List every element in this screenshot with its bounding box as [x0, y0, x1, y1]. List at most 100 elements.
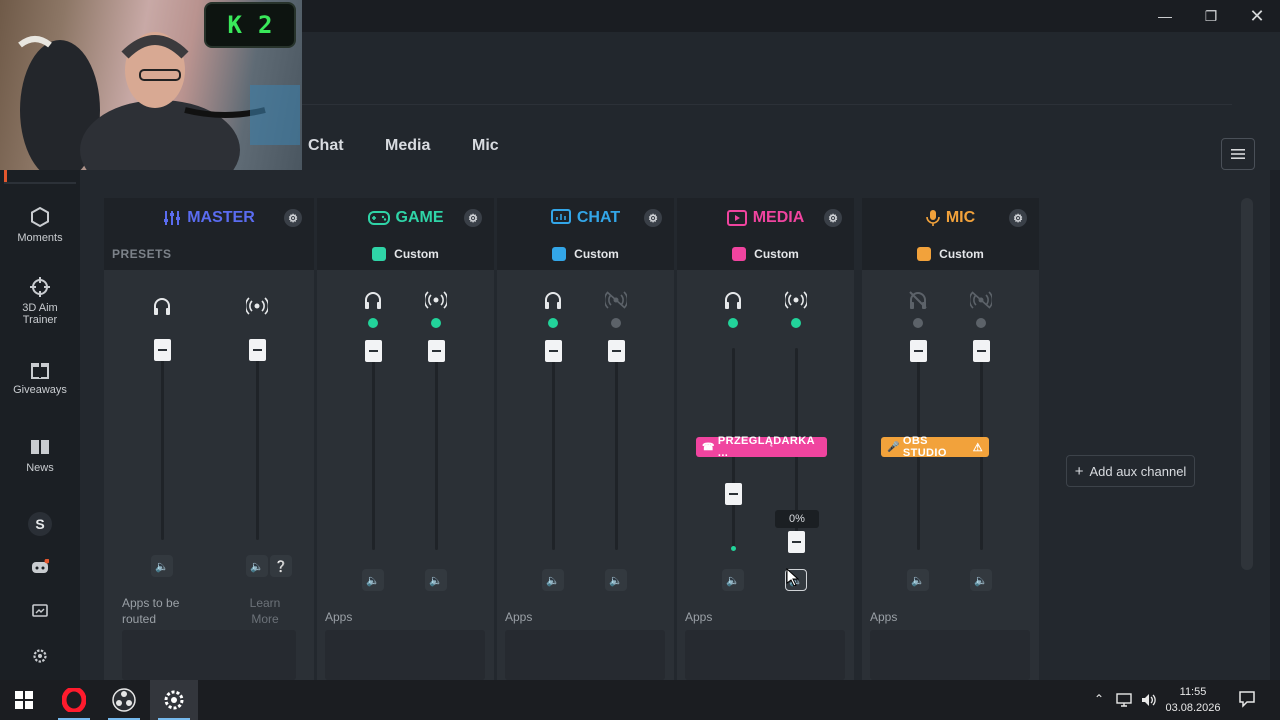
preset-selector[interactable]: Custom — [677, 238, 854, 270]
chat-monitor-fader[interactable]: 🔈 — [533, 290, 573, 591]
listen-button[interactable]: ❔ — [270, 555, 292, 577]
apps-drop-zone[interactable] — [505, 630, 665, 680]
apps-drop-zone[interactable] — [122, 630, 296, 680]
preset-icon — [917, 247, 932, 261]
taskbar-obs[interactable] — [100, 680, 148, 720]
gear-icon[interactable]: ⚙ — [824, 209, 842, 227]
channel-name: GAME — [395, 209, 444, 226]
clock-date: 03.08.2026 — [1165, 702, 1221, 714]
preset-selector[interactable]: Custom — [862, 238, 1039, 270]
chat-stream-fader[interactable]: 🔈 — [596, 290, 636, 591]
notifications-icon[interactable] — [1238, 690, 1256, 708]
speaker-icon: 🔈 — [155, 560, 169, 573]
fader-track — [552, 340, 555, 550]
feedback-icon[interactable] — [31, 603, 49, 619]
network-icon[interactable] — [1116, 692, 1134, 708]
fader-knob[interactable] — [365, 340, 382, 362]
mute-button[interactable]: 🔈 — [970, 569, 992, 591]
minimize-icon[interactable]: — — [1142, 0, 1188, 32]
fader-knob[interactable] — [154, 339, 171, 361]
learn-more-link[interactable]: Learn More — [240, 595, 290, 627]
preset-selector[interactable]: Custom — [317, 238, 494, 270]
mute-button[interactable]: 🔈 — [425, 569, 447, 591]
menu-button[interactable] — [1221, 138, 1255, 170]
fader-knob[interactable] — [788, 531, 805, 553]
tray-chevron-icon[interactable]: ⌃ — [1094, 692, 1104, 706]
windows-logo-icon — [15, 691, 33, 709]
taskbar-steelseries[interactable] — [150, 680, 198, 720]
status-dot — [431, 318, 441, 328]
add-aux-channel-button[interactable]: + Add aux channel — [1066, 455, 1195, 487]
sliders-icon — [164, 211, 181, 225]
channel-header: MIC ⚙ — [862, 198, 1039, 238]
taskbar-clock[interactable]: 11:55 03.08.2026 — [1160, 684, 1226, 716]
restore-icon[interactable]: ❐ — [1188, 0, 1234, 32]
kill-counter-overlay: K 2 — [204, 2, 296, 48]
taskbar-opera[interactable] — [50, 680, 98, 720]
app-chip-obs[interactable]: 🎤 OBS STUDIO ⚠ — [881, 435, 989, 459]
gear-icon[interactable]: ⚙ — [1009, 209, 1027, 227]
speaker-icon: 🔈 — [609, 574, 623, 587]
gear-icon[interactable]: ⚙ — [644, 209, 662, 227]
preset-label: Custom — [939, 247, 984, 261]
master-stream-fader[interactable]: 🔈 ❔ — [237, 296, 292, 596]
channel-header: MASTER ⚙ — [104, 198, 314, 238]
apps-drop-zone[interactable] — [870, 630, 1030, 680]
tab-chat[interactable]: Chat — [308, 137, 344, 155]
fader-knob[interactable] — [608, 340, 625, 362]
channel-name: CHAT — [576, 209, 621, 226]
steelseries-account-avatar[interactable]: S — [28, 512, 52, 536]
settings-gear-icon[interactable] — [32, 648, 48, 664]
preset-label: Custom — [754, 247, 799, 261]
status-dot — [728, 318, 738, 328]
mute-button[interactable]: 🔈 — [907, 569, 929, 591]
apps-drop-zone[interactable] — [325, 630, 485, 680]
game-stream-fader[interactable]: 🔈 — [416, 290, 456, 591]
preset-selector[interactable]: Custom — [497, 238, 674, 270]
mute-button[interactable]: 🔈 — [246, 555, 268, 577]
mouse-cursor-icon — [786, 568, 800, 586]
status-dot — [548, 318, 558, 328]
discord-icon[interactable] — [31, 559, 49, 575]
sidebar-item-label: 3D Aim Trainer — [22, 302, 58, 326]
microphone-icon — [926, 210, 940, 226]
gear-icon[interactable]: ⚙ — [464, 209, 482, 227]
tab-media[interactable]: Media — [385, 137, 430, 155]
start-button[interactable] — [0, 680, 48, 720]
ear-icon: ❔ — [274, 560, 288, 573]
master-monitor-fader[interactable]: 🔈 — [142, 296, 182, 596]
apps-drop-zone[interactable] — [685, 630, 845, 680]
channel-header: CHAT ⚙ — [497, 198, 674, 238]
fader-knob[interactable] — [249, 339, 266, 361]
volume-icon[interactable] — [1140, 692, 1158, 708]
vertical-scrollbar[interactable] — [1241, 198, 1253, 570]
sidebar-item-moments[interactable]: Moments — [0, 206, 80, 244]
fader-knob[interactable] — [910, 340, 927, 362]
fader-knob[interactable] — [725, 483, 742, 505]
mute-button[interactable]: 🔈 — [362, 569, 384, 591]
add-aux-label: Add aux channel — [1089, 463, 1187, 479]
status-dot — [611, 318, 621, 328]
fader-knob[interactable] — [545, 340, 562, 362]
sidebar-item-aim-trainer[interactable]: 3D Aim Trainer — [0, 276, 80, 326]
sidebar-item-label: News — [26, 462, 54, 474]
game-monitor-fader[interactable]: 🔈 — [353, 290, 393, 591]
status-dot — [368, 318, 378, 328]
fader-knob[interactable] — [428, 340, 445, 362]
mute-button[interactable]: 🔈 — [605, 569, 627, 591]
status-dot — [913, 318, 923, 328]
app-chip-browser[interactable]: ☎ PRZEGLĄDARKA ... — [696, 435, 827, 459]
sidebar-item-news[interactable]: News — [0, 436, 80, 474]
close-icon[interactable]: ✕ — [1234, 0, 1280, 32]
sidebar-item-giveaways[interactable]: Giveaways — [0, 358, 80, 396]
speaker-icon: 🔈 — [429, 574, 443, 587]
mute-button[interactable]: 🔈 — [542, 569, 564, 591]
fader-knob[interactable] — [973, 340, 990, 362]
mute-button[interactable]: 🔈 — [722, 569, 744, 591]
tab-mic[interactable]: Mic — [472, 137, 499, 155]
mute-button[interactable]: 🔈 — [151, 555, 173, 577]
gear-icon[interactable]: ⚙ — [284, 209, 302, 227]
channel-header: GAME ⚙ — [317, 198, 494, 238]
apps-label: Apps — [685, 610, 713, 624]
header-divider — [302, 104, 1232, 105]
